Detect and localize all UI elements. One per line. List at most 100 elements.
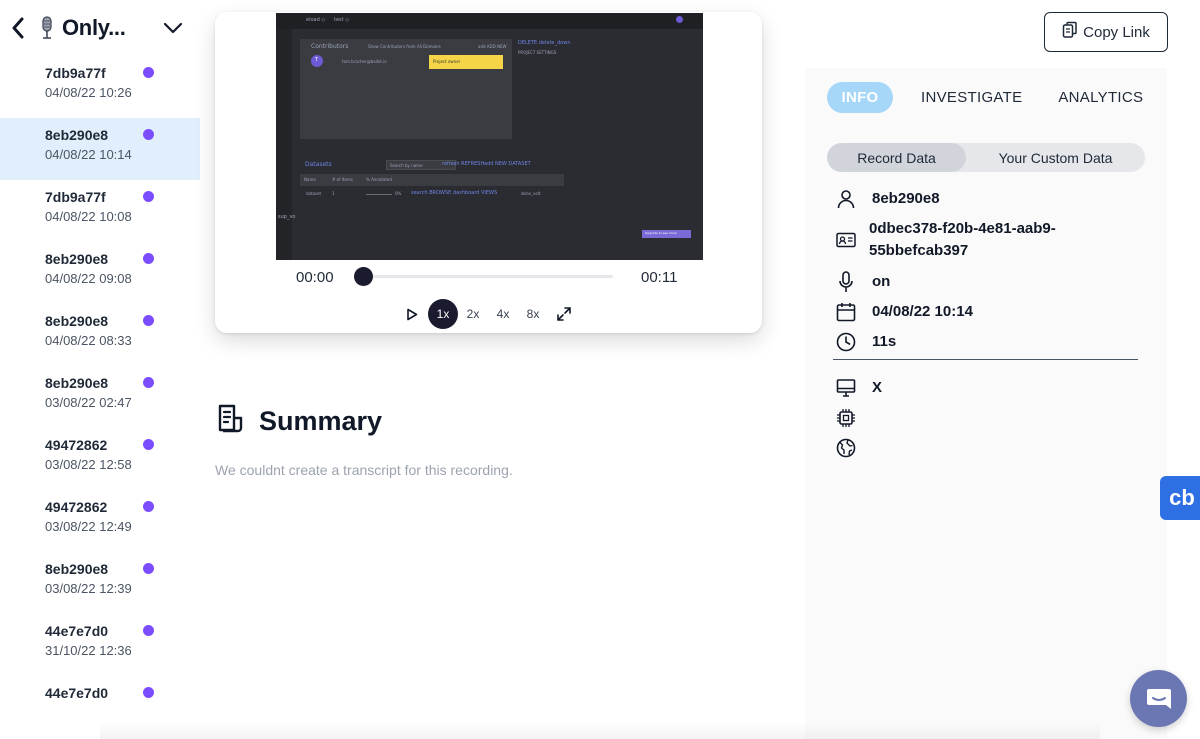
summary-title: Summary: [259, 406, 383, 436]
speed-2x-button[interactable]: 2x: [458, 299, 488, 329]
cb-widget-tab[interactable]: cb: [1160, 476, 1200, 520]
expand-icon[interactable]: [552, 302, 576, 326]
cpu-icon: [835, 407, 857, 429]
status-dot: [143, 315, 154, 326]
info-mic-row: on: [835, 271, 890, 293]
recording-date: 04/08/22 08:33: [45, 333, 132, 348]
user-icon: [835, 188, 857, 210]
document-icon: [216, 404, 244, 439]
status-dot: [143, 67, 154, 78]
panel-tabs: INFO INVESTIGATE ANALYTICS: [827, 82, 1143, 113]
video-show-contributors: Show Contributors from All Domains: [368, 44, 441, 49]
status-dot: [143, 687, 154, 698]
video-row-count: 1: [332, 191, 335, 196]
video-search-placeholder: Search by name: [390, 163, 423, 168]
recording-item[interactable]: 7db9a77f 04/08/22 10:26: [0, 56, 200, 118]
seek-thumb[interactable]: [354, 267, 373, 286]
copy-link-button[interactable]: Copy Link: [1044, 12, 1168, 52]
video-row-bar: [366, 194, 392, 195]
recording-date: 04/08/22 09:08: [45, 271, 132, 286]
recording-id: 8eb290e8: [45, 251, 109, 267]
status-dot: [143, 129, 154, 140]
sidebar-header: Only...: [0, 0, 200, 56]
recording-id: 49472862: [45, 499, 108, 515]
status-dot: [143, 377, 154, 388]
globe-icon: [835, 437, 857, 459]
info-divider: [833, 359, 1138, 360]
segment-record-data[interactable]: Record Data: [827, 143, 966, 172]
seek-track[interactable]: [363, 275, 613, 278]
chevron-down-icon[interactable]: [160, 14, 186, 42]
chevron-left-icon[interactable]: [8, 14, 28, 42]
status-dot: [143, 439, 154, 450]
app-root: Only... 7db9a77f 04/08/22 10:26 8eb290e8 0…: [0, 0, 1200, 739]
recording-id: 8eb290e8: [45, 313, 109, 329]
video-add-new: add ADD NEW: [478, 44, 507, 49]
video-row-actions: search BROWSE dashboard VIEWS: [411, 190, 498, 196]
info-session-row: 0dbec378-f20b-4e81-aab9-55bbefcab397: [835, 218, 1089, 262]
video-tab: test ◇: [334, 17, 350, 23]
video-topbar: eload ◇ test ◇: [276, 13, 703, 29]
info-os-row: X: [835, 377, 882, 399]
recording-item[interactable]: 49472862 03/08/22 12:49: [0, 490, 200, 552]
tab-investigate[interactable]: INVESTIGATE: [921, 82, 1022, 113]
recording-list: 7db9a77f 04/08/22 10:26 8eb290e8 04/08/22 …: [0, 56, 200, 738]
microphone-status: on: [872, 273, 891, 290]
video-project-owner: Project owner: [433, 59, 461, 64]
video-refresh: refresh REFRESH: [442, 161, 485, 167]
info-browser-row: [835, 437, 872, 459]
recording-item[interactable]: 8eb290e8 04/08/22 09:08: [0, 242, 200, 304]
play-icon[interactable]: [400, 302, 424, 326]
recording-date: 04/08/22 10:14: [45, 147, 132, 162]
player-card: eload ◇ test ◇ sup_vo Contributors Show …: [215, 12, 762, 333]
clock-icon: [835, 331, 857, 353]
info-duration-row: 11s: [835, 331, 896, 353]
video-sidebar: [276, 29, 292, 260]
project-title: Only...: [62, 15, 126, 40]
os-value: X: [872, 379, 883, 396]
video-upgrade-label: Upgrade to see more: [645, 231, 677, 235]
tab-analytics[interactable]: ANALYTICS: [1058, 82, 1143, 113]
recording-item[interactable]: 49472862 03/08/22 12:58: [0, 428, 200, 490]
copy-link-label: Copy Link: [1083, 23, 1150, 41]
playback-controls: 1x 2x 4x 8x: [400, 299, 576, 329]
status-dot: [143, 625, 154, 636]
video-contributors-panel: [300, 39, 512, 139]
video-tab: eload ◇: [306, 17, 326, 23]
recording-item[interactable]: 8eb290e8 04/08/22 08:33: [0, 304, 200, 366]
recording-date: 31/10/22 12:36: [45, 643, 132, 658]
recording-id: 7db9a77f: [45, 189, 106, 205]
speed-8x-button[interactable]: 8x: [518, 299, 548, 329]
sidebar: Only... 7db9a77f 04/08/22 10:26 8eb290e8 0…: [0, 0, 200, 739]
chat-icon[interactable]: [1130, 670, 1187, 727]
video-side-label: sup_vo: [278, 214, 296, 220]
video-frame[interactable]: eload ◇ test ◇ sup_vo Contributors Show …: [276, 13, 703, 260]
video-row-name: dataset: [306, 191, 322, 196]
video-datasets-label: Datasets: [305, 161, 332, 168]
video-col: # of Items: [332, 177, 353, 182]
segment-custom-data[interactable]: Your Custom Data: [966, 143, 1145, 172]
clipboard-icon: [1062, 21, 1083, 43]
microphone-icon: [835, 271, 857, 293]
current-time: 00:00: [296, 269, 334, 286]
status-dot: [143, 191, 154, 202]
recording-id: 44e7e7d0: [45, 623, 109, 639]
recording-item[interactable]: 8eb290e8 03/08/22 02:47: [0, 366, 200, 428]
recording-id: 44e7e7d0: [45, 685, 109, 701]
user-id: 8eb290e8: [872, 190, 940, 207]
recording-item[interactable]: 7db9a77f 04/08/22 10:08: [0, 180, 200, 242]
bottom-fade: [100, 722, 1100, 739]
speed-4x-button[interactable]: 4x: [488, 299, 518, 329]
speed-1x-button[interactable]: 1x: [428, 299, 458, 329]
recording-item-active[interactable]: 8eb290e8 04/08/22 10:14: [0, 118, 200, 180]
duration-time: 00:11: [641, 269, 678, 286]
video-row-extra: done_volt: [521, 191, 541, 196]
recording-date: 03/08/22 12:49: [45, 519, 132, 534]
info-cpu-row: [835, 407, 872, 429]
recording-date: 04/08/22 10:26: [45, 85, 132, 100]
recording-item[interactable]: 44e7e7d0 31/10/22 12:36: [0, 614, 200, 676]
recording-item[interactable]: 8eb290e8 03/08/22 12:39: [0, 552, 200, 614]
video-user-email: tom.bracher@ballot.io: [342, 59, 387, 64]
video-project-settings: PROJECT SETTINGS: [518, 50, 557, 55]
tab-info[interactable]: INFO: [827, 82, 893, 113]
